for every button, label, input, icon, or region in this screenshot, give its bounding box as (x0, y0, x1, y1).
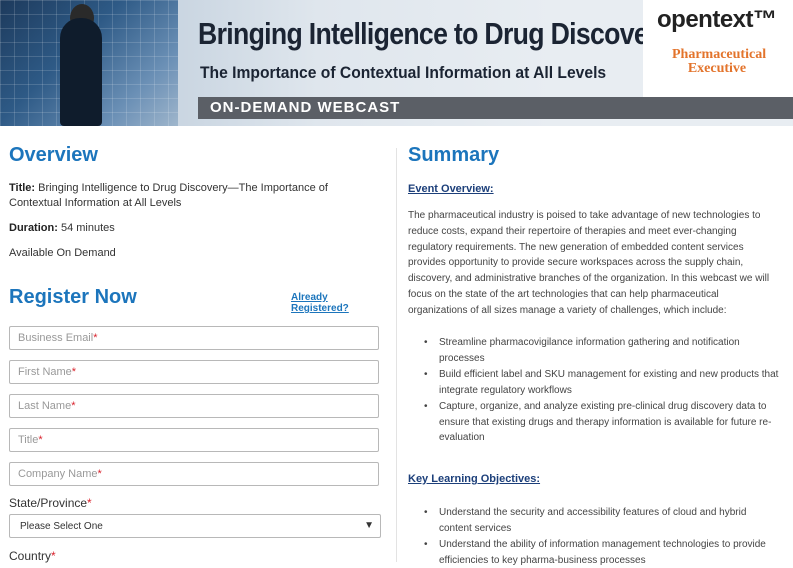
list-item: Understand the security and accessibilit… (424, 505, 779, 536)
last-name-field[interactable]: Last Name* (9, 394, 379, 418)
availability-text: Available On Demand (9, 247, 116, 259)
company-name-field[interactable]: Company Name* (9, 462, 379, 486)
title-label: Title: (9, 182, 36, 194)
job-title-field[interactable]: Title* (9, 428, 379, 452)
event-overview-paragraph: The pharmaceutical industry is poised to… (408, 210, 770, 316)
field-placeholder: First Name (18, 366, 72, 378)
required-marker: * (87, 496, 92, 510)
summary-heading: Summary (408, 144, 500, 166)
required-marker: * (97, 468, 102, 480)
country-label: Country* (9, 549, 56, 563)
field-placeholder: Title (18, 434, 39, 446)
field-placeholder: Last Name (18, 400, 72, 412)
chevron-down-icon: ▼ (364, 520, 374, 531)
state-province-select[interactable]: Please Select One ▼ (9, 514, 381, 538)
banner-strip-label: ON-DEMAND WEBCAST (210, 99, 401, 116)
required-marker: * (93, 332, 98, 344)
list-item: Understand the ability of information ma… (424, 537, 779, 568)
duration-value: 54 minutes (60, 222, 115, 234)
first-name-field[interactable]: First Name* (9, 360, 379, 384)
register-heading: Register Now (9, 286, 137, 308)
list-item: Build efficient label and SKU management… (424, 367, 779, 398)
required-marker: * (71, 400, 76, 412)
event-overview-heading: Event Overview: (408, 183, 494, 195)
overview-heading: Overview (9, 144, 98, 166)
column-divider (396, 148, 397, 562)
required-marker: * (51, 549, 56, 563)
field-placeholder: Business Email (18, 332, 94, 344)
overview-duration: Duration: 54 minutes (9, 221, 369, 236)
webcast-banner: Bringing Intelligence to Drug Discovery … (0, 0, 793, 126)
required-marker: * (71, 366, 77, 378)
opentext-logo: opentext™ (657, 6, 777, 33)
field-placeholder: Company Name (18, 468, 98, 480)
required-marker: * (38, 434, 43, 446)
list-item: Streamline pharmacovigilance information… (424, 335, 779, 366)
overview-title-info: Title: Bringing Intelligence to Drug Dis… (9, 181, 369, 211)
select-value: Please Select One (20, 521, 103, 532)
state-province-label: State/Province* (9, 496, 92, 510)
banner-photo (0, 0, 178, 126)
list-item: Capture, organize, and analyze existing … (424, 399, 779, 446)
pharmaceutical-executive-logo: Pharmaceutical Executive (672, 47, 767, 76)
banner-title: Bringing Intelligence to Drug Discovery (198, 16, 673, 51)
banner-subtitle: The Importance of Contextual Information… (200, 63, 607, 82)
person-graphic (60, 18, 102, 126)
key-learning-objectives-heading: Key Learning Objectives: (408, 473, 541, 485)
state-label-text: State/Province (9, 496, 88, 510)
title-value: Bringing Intelligence to Drug Discovery—… (9, 182, 328, 209)
already-registered-link[interactable]: Already Registered? (291, 292, 387, 314)
duration-label: Duration: (9, 222, 58, 234)
business-email-field[interactable]: Business Email* (9, 326, 379, 350)
country-label-text: Country (9, 549, 52, 563)
